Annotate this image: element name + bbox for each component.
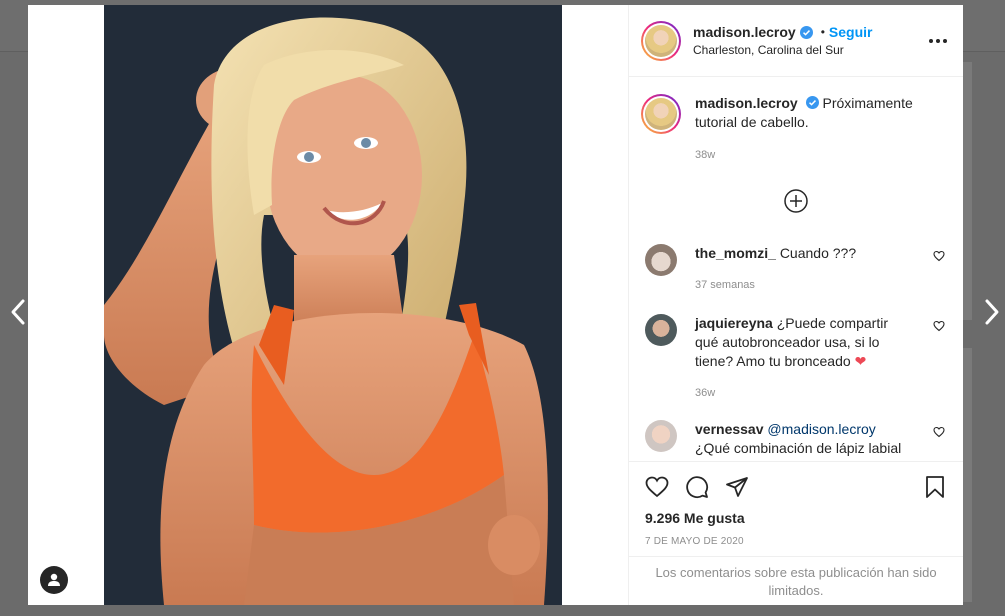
commenter-username[interactable]: vernessav	[695, 421, 764, 437]
verified-badge-icon	[805, 96, 819, 109]
commenter-username[interactable]: the_momzi_	[695, 245, 776, 261]
caption-username[interactable]: madison.lecroy	[695, 95, 798, 111]
user-tag-icon[interactable]	[40, 566, 68, 594]
author-username[interactable]: madison.lecroy	[693, 24, 796, 40]
comment-text: Cuando ???	[779, 245, 857, 261]
heart-icon[interactable]	[933, 250, 945, 262]
post-date[interactable]: 7 DE MAYO DE 2020	[629, 536, 963, 547]
comment-item: the_momzi_ Cuando ??? 37 semanas	[645, 244, 945, 295]
save-button[interactable]	[923, 475, 947, 499]
commenter-username[interactable]: jaquiereyna	[695, 315, 773, 331]
more-options-icon[interactable]	[929, 33, 947, 49]
caption-avatar[interactable]	[641, 94, 681, 134]
verified-badge-icon	[799, 25, 813, 39]
share-button[interactable]	[725, 475, 749, 499]
likes-count[interactable]: 9.296 Me gusta	[629, 510, 963, 526]
load-more-comments-button[interactable]	[783, 188, 809, 214]
post-actions-area: 9.296 Me gusta 7 DE MAYO DE 2020 Los com…	[629, 461, 963, 605]
comment-item: vernessav @madison.lecroy ¿Qué combinaci…	[645, 420, 945, 461]
comment-time[interactable]: 37 semanas	[695, 276, 910, 295]
post-modal: madison.lecroy • Seguir Charleston, Caro…	[28, 5, 963, 605]
comment-mention[interactable]: @madison.lecroy	[767, 421, 875, 437]
post-side-panel: madison.lecroy • Seguir Charleston, Caro…	[628, 5, 963, 605]
action-bar	[629, 462, 963, 512]
chevron-left-icon	[11, 299, 25, 325]
comment-bubble-icon	[686, 476, 709, 499]
comment-time[interactable]: 36w	[695, 384, 910, 403]
separator-dot: •	[820, 25, 825, 39]
heart-icon	[645, 476, 669, 498]
avatar-image	[645, 24, 677, 57]
background-tile	[962, 348, 972, 602]
heart-icon[interactable]	[933, 426, 945, 438]
post-caption: madison.lecroy Próximamente tutorial de …	[629, 78, 963, 165]
portrait-illustration	[104, 5, 562, 605]
background-tile	[962, 62, 972, 320]
plus-circle-icon	[784, 189, 808, 213]
commenter-avatar[interactable]	[645, 420, 677, 452]
paper-plane-icon	[726, 477, 748, 497]
post-photo[interactable]	[104, 5, 562, 605]
red-heart-emoji: ❤	[854, 353, 867, 369]
follow-button[interactable]: Seguir	[829, 24, 873, 40]
comments-limited-notice: Los comentarios sobre esta publicación h…	[629, 556, 963, 606]
next-post-button[interactable]	[980, 292, 1004, 332]
comment-button[interactable]	[685, 475, 709, 499]
chevron-right-icon	[985, 299, 999, 325]
heart-icon[interactable]	[933, 320, 945, 332]
post-location[interactable]: Charleston, Carolina del Sur	[693, 43, 872, 57]
post-header: madison.lecroy • Seguir Charleston, Caro…	[629, 5, 963, 77]
previous-post-button[interactable]	[6, 292, 30, 332]
comment-text: ¿Qué combinación de lápiz labial de	[695, 440, 902, 461]
comments-list: madison.lecroy Próximamente tutorial de …	[629, 78, 963, 461]
bookmark-icon	[926, 476, 944, 498]
post-media	[28, 5, 628, 605]
author-avatar[interactable]	[641, 20, 681, 61]
commenter-avatar[interactable]	[645, 244, 677, 276]
caption-time[interactable]: 38w	[695, 146, 947, 165]
like-button[interactable]	[645, 475, 669, 499]
comment-item: jaquiereyna ¿Puede compartir qué autobro…	[645, 314, 945, 403]
commenter-avatar[interactable]	[645, 314, 677, 346]
